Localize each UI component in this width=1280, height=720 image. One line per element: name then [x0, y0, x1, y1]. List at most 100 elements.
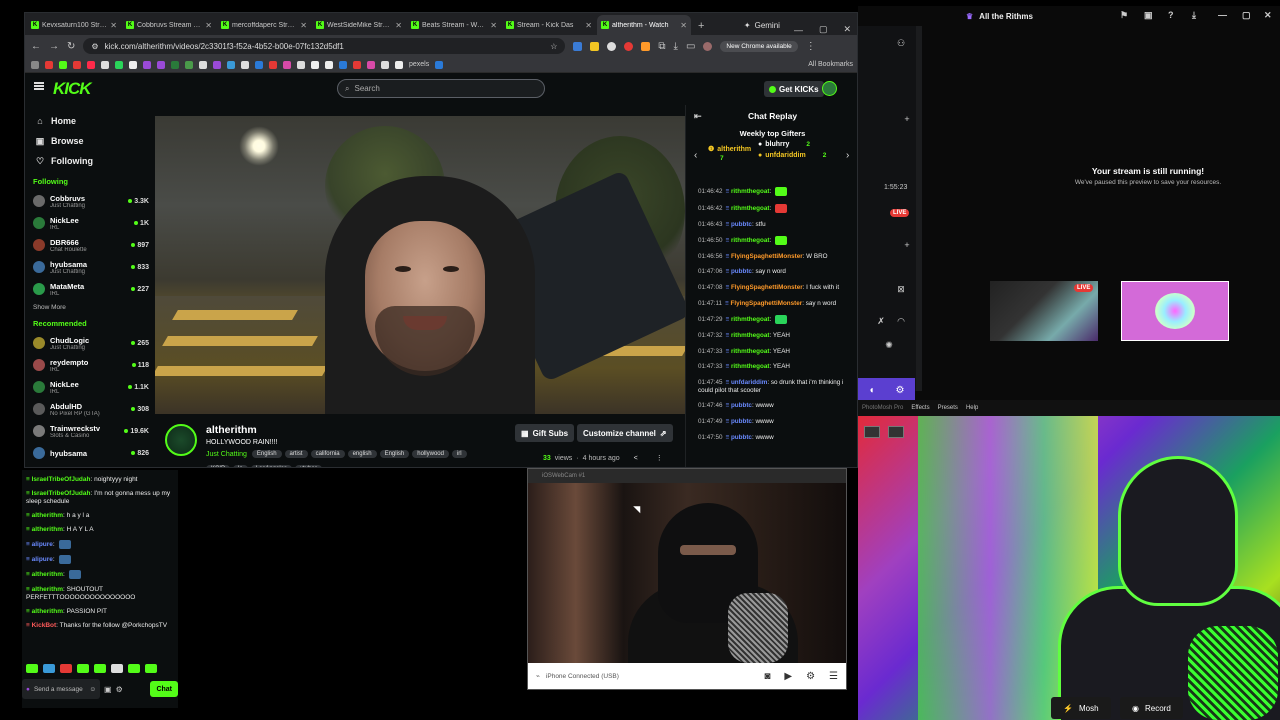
- tab-close-icon[interactable]: ✕: [680, 21, 687, 30]
- settings-icon[interactable]: ⚙: [806, 671, 815, 682]
- message-username[interactable]: unfdariddim: [731, 379, 767, 386]
- extension-icon[interactable]: [590, 41, 600, 51]
- image-icon[interactable]: [864, 426, 880, 438]
- bookmark-icon[interactable]: [101, 60, 109, 69]
- message-username[interactable]: rithmthegoat: [731, 205, 769, 212]
- gemini-button[interactable]: ✦ Gemini: [744, 15, 780, 35]
- bookmark-icon[interactable]: [73, 60, 81, 69]
- browser-tab[interactable]: K Stream - Kick Das ✕: [502, 15, 596, 35]
- message-username[interactable]: alipure: [32, 541, 53, 548]
- chrome-menu-icon[interactable]: ⋮: [806, 41, 816, 52]
- layout-icon[interactable]: ▣: [1144, 10, 1153, 21]
- flag-icon[interactable]: ⚑: [1120, 10, 1128, 21]
- search-input[interactable]: ⌕ Search: [337, 79, 545, 98]
- sidebar-item-browse[interactable]: ▣ Browse: [25, 131, 153, 151]
- message-username[interactable]: pubbtc: [731, 418, 752, 425]
- bookmark-icon[interactable]: [367, 60, 375, 69]
- emote[interactable]: [26, 664, 38, 673]
- help-icon[interactable]: ?: [1168, 10, 1174, 20]
- emote[interactable]: [94, 664, 106, 673]
- tab-close-icon[interactable]: ✕: [300, 21, 307, 30]
- menu-presets[interactable]: Presets: [938, 405, 958, 411]
- settings-icon[interactable]: ✺: [876, 336, 902, 354]
- extension-icon[interactable]: [607, 41, 617, 51]
- channel-item[interactable]: Cobbruvs Just Chatting 3.3K: [25, 190, 153, 212]
- emote[interactable]: [111, 664, 123, 673]
- message-username[interactable]: IsraelTribeOfJudah: [32, 490, 91, 497]
- new-tab-button[interactable]: +: [698, 20, 704, 32]
- more-options-icon[interactable]: ⋮: [656, 454, 663, 462]
- bookmark-icon[interactable]: [395, 60, 403, 69]
- browser-tab[interactable]: Kmercoffdaperc Stream ✕: [217, 15, 311, 35]
- bookmark-icon[interactable]: [435, 60, 444, 69]
- bookmark-icon[interactable]: [59, 60, 67, 69]
- emote[interactable]: [77, 664, 89, 673]
- gear-icon[interactable]: ⚙: [896, 385, 905, 396]
- bookmark-icon[interactable]: [283, 60, 291, 69]
- sidebar-item-following[interactable]: ♡ Following: [25, 151, 153, 171]
- bookmark-icon[interactable]: [269, 60, 277, 69]
- browser-tab[interactable]: K Beats Stream - Watch ✕: [407, 15, 501, 35]
- back-icon[interactable]: ←: [31, 41, 41, 52]
- bookmark-icon[interactable]: [185, 60, 193, 69]
- user-avatar[interactable]: [822, 81, 837, 96]
- maximize-icon[interactable]: ▢: [1242, 10, 1251, 21]
- apps-grid-icon[interactable]: [31, 60, 39, 69]
- channel-item[interactable]: Trainwreckstv Slots & Casino 19.6K: [25, 420, 153, 442]
- browser-tab[interactable]: K Kevxsaturn100 Stream ✕: [27, 15, 121, 35]
- get-kicks-button[interactable]: Get KICKs: [764, 81, 824, 97]
- message-username[interactable]: FlyingSpaghettiMonster: [731, 284, 803, 291]
- bookmark-icon[interactable]: [45, 60, 53, 69]
- tab-close-icon[interactable]: ✕: [490, 21, 497, 30]
- message-username[interactable]: pubbtc: [731, 434, 752, 441]
- message-username[interactable]: KickBot: [32, 622, 57, 629]
- message-username[interactable]: rithmthegoat: [731, 363, 769, 370]
- bookmark-icon[interactable]: [171, 60, 179, 69]
- menu-help[interactable]: Help: [966, 405, 978, 411]
- emote[interactable]: [43, 664, 55, 673]
- send-chat-button[interactable]: Chat: [150, 681, 178, 697]
- tab-close-icon[interactable]: ✕: [110, 21, 117, 30]
- message-username[interactable]: altherithm: [32, 608, 63, 615]
- video-player[interactable]: [155, 116, 685, 414]
- video-camera-icon[interactable]: ▶: [784, 671, 792, 682]
- message-username[interactable]: altherithm: [32, 526, 63, 533]
- channel-item[interactable]: AbdulHD No Pixel RP (GTA) 308: [25, 398, 153, 420]
- message-username[interactable]: altherithm: [32, 512, 63, 519]
- stream-tag[interactable]: English: [379, 450, 410, 458]
- settings-icon[interactable]: ⚙: [116, 685, 123, 694]
- video-icon[interactable]: [888, 426, 904, 438]
- all-bookmarks[interactable]: All Bookmarks: [808, 61, 853, 68]
- scene-thumbnail[interactable]: [1121, 281, 1229, 341]
- address-bar[interactable]: ⚙ kick.com/altherithm/videos/2c3301f3-f5…: [83, 38, 566, 54]
- mic-icon[interactable]: ●: [26, 686, 30, 693]
- stream-tag[interactable]: vtuber: [295, 465, 322, 467]
- tab-close-icon[interactable]: ✕: [205, 21, 212, 30]
- chrome-update-pill[interactable]: New Chrome available: [720, 40, 798, 52]
- extension-icon[interactable]: [573, 41, 583, 51]
- bookmark-icon[interactable]: [241, 60, 249, 69]
- camera-icon[interactable]: ◙: [764, 671, 770, 682]
- message-username[interactable]: FlyingSpaghettiMonster: [731, 253, 803, 260]
- downloads-icon[interactable]: ⤓: [674, 41, 678, 52]
- menu-icon[interactable]: ☰: [829, 671, 838, 682]
- bookmark-icon[interactable]: [297, 60, 305, 69]
- emote[interactable]: [145, 664, 157, 673]
- extensions-puzzle-icon[interactable]: ⧉: [658, 41, 665, 52]
- channel-item[interactable]: MataMeta IRL 227: [25, 278, 153, 300]
- channel-item[interactable]: ChudLogic Just Chatting 265: [25, 332, 153, 354]
- stream-tag[interactable]: hollywood: [412, 450, 449, 458]
- channel-item[interactable]: DBR666 Chat Roulette 897: [25, 234, 153, 256]
- stream-category[interactable]: Just Chatting: [206, 451, 247, 458]
- tab-close-icon[interactable]: ✕: [395, 21, 402, 30]
- bookmark-icon[interactable]: [87, 60, 95, 69]
- stream-tag[interactable]: LosAngeles: [250, 465, 293, 467]
- stream-tag[interactable]: artist: [284, 450, 308, 458]
- minimize-icon[interactable]: —: [786, 25, 811, 35]
- streamer-name[interactable]: altherithm: [206, 424, 257, 436]
- gifter-entry[interactable]: ● bluhrry 2: [758, 141, 810, 148]
- message-username[interactable]: pubbtc: [731, 268, 752, 275]
- message-username[interactable]: rithmthegoat: [731, 348, 769, 355]
- stream-tag[interactable]: english: [347, 450, 377, 458]
- scene-thumbnail[interactable]: LIVE: [990, 281, 1098, 341]
